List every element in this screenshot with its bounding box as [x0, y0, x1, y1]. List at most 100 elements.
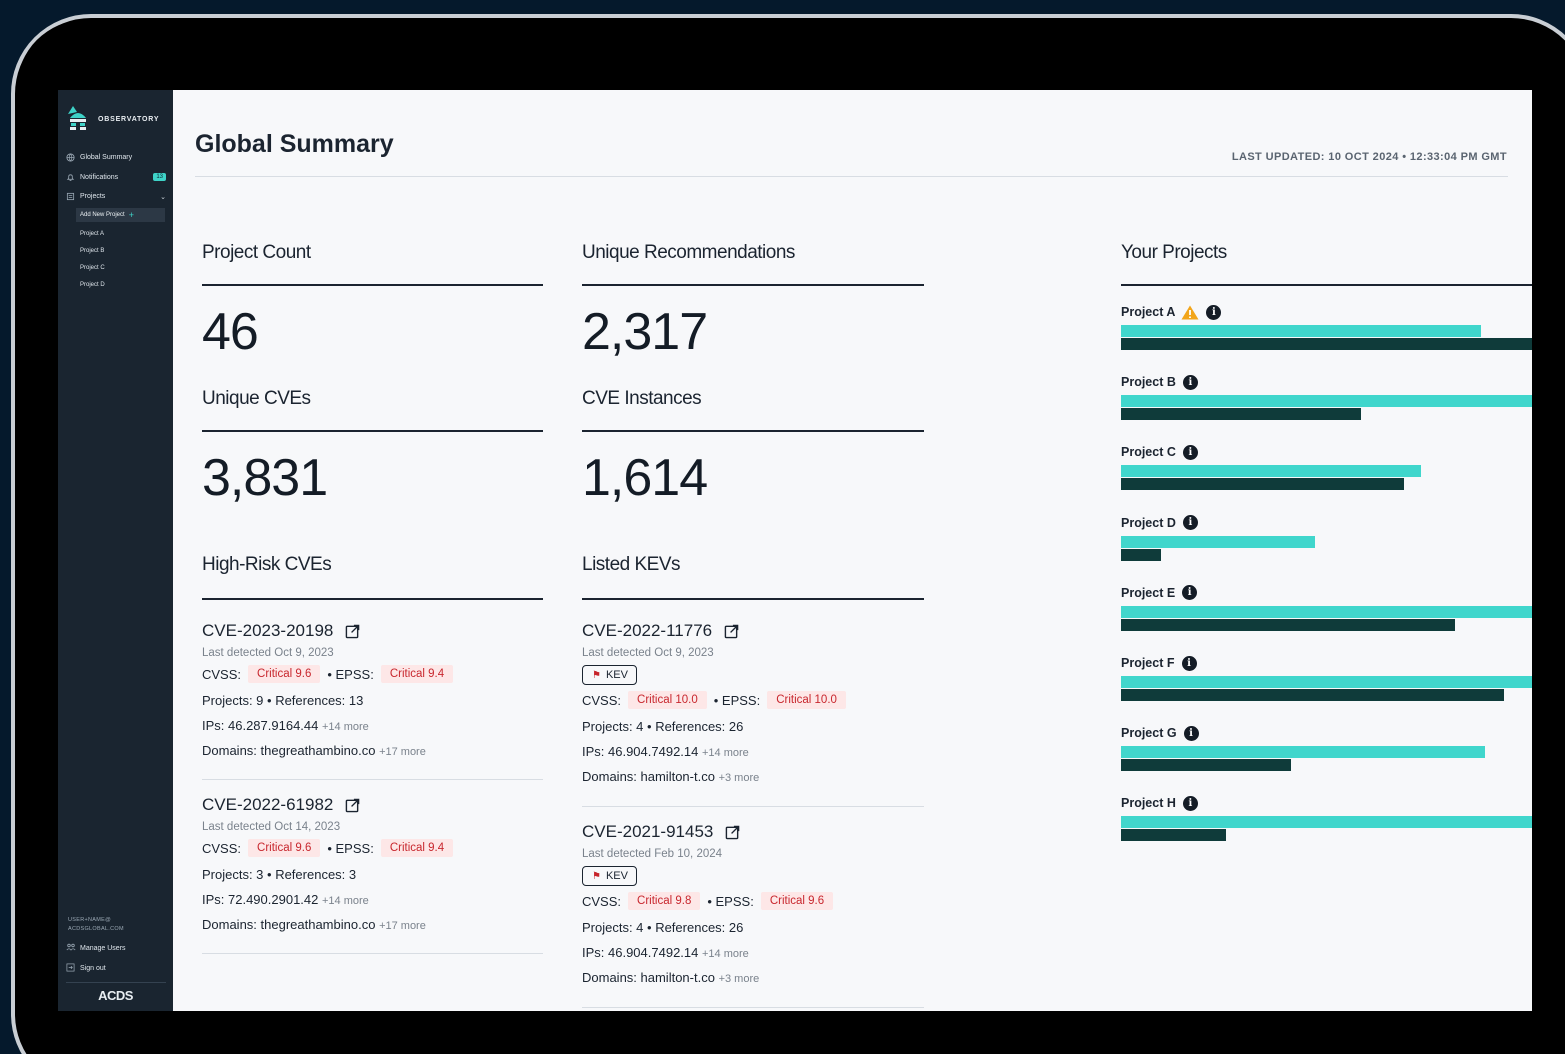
- cve-id[interactable]: CVE-2022-11776: [582, 621, 712, 641]
- project-bar-label: Project A i: [1121, 303, 1532, 321]
- external-link-icon[interactable]: [724, 624, 739, 639]
- users-icon: [66, 943, 76, 953]
- unique-cves-value: 3,831: [202, 449, 328, 507]
- external-link-icon[interactable]: [345, 798, 360, 813]
- project-bar-label: Project D i: [1121, 514, 1532, 532]
- listed-kevs-label: Listed KEVs: [582, 554, 681, 575]
- card-divider: [202, 779, 543, 780]
- nav-projects[interactable]: Projects ⌄: [66, 187, 166, 207]
- section-divider: [582, 598, 924, 600]
- sidebar-item-project-b[interactable]: Project B: [76, 242, 165, 259]
- project-bar-secondary: [1121, 829, 1226, 842]
- last-detected: Last detected Oct 9, 2023: [582, 647, 714, 659]
- sidebar-item-project-d[interactable]: Project D: [76, 276, 165, 293]
- ips-value: IPs: 46.904.7492.14: [582, 744, 699, 759]
- project-submenu: Add New Project + Project A Project B Pr…: [76, 208, 165, 293]
- epss-badge: Critical 9.6: [760, 892, 834, 910]
- ips-value: IPs: 72.490.2901.42: [202, 892, 319, 907]
- cve-id[interactable]: CVE-2022-61982: [202, 795, 333, 815]
- project-name: Project C: [1121, 445, 1176, 460]
- project-bar-label: Project C i: [1121, 443, 1532, 461]
- main-content: Global Summary LAST UPDATED: 10 OCT 2024…: [173, 90, 1532, 1011]
- info-icon[interactable]: i: [1182, 585, 1198, 601]
- project-bar-row[interactable]: Project B i: [1121, 373, 1532, 421]
- info-icon[interactable]: i: [1182, 374, 1198, 390]
- cve-id[interactable]: CVE-2023-20198: [202, 621, 333, 641]
- folder-icon: [66, 192, 75, 201]
- sign-out-icon: [66, 963, 76, 974]
- app-screen: OBSERVATORY Global Summary Notifications…: [58, 90, 1532, 1011]
- project-bar-row[interactable]: Project D i: [1121, 514, 1532, 561]
- project-bar-primary: [1121, 816, 1532, 829]
- bell-icon: [66, 173, 75, 182]
- project-bar-primary: [1121, 746, 1485, 759]
- ips-more-link[interactable]: +14 more: [322, 895, 369, 907]
- domains-more-link[interactable]: +3 more: [719, 772, 760, 784]
- card-divider: [202, 953, 543, 954]
- section-divider: [582, 430, 924, 432]
- project-bar-row[interactable]: Project C i: [1121, 443, 1532, 491]
- chevron-down-icon[interactable]: ⌄: [160, 193, 166, 201]
- project-name: Project D: [1121, 515, 1176, 530]
- project-bar-primary: [1121, 465, 1421, 478]
- observatory-logo-icon: [68, 106, 86, 130]
- external-link-icon[interactable]: [725, 825, 740, 840]
- domains-more-link[interactable]: +17 more: [379, 920, 426, 932]
- project-bar-label: Project F i: [1121, 654, 1532, 672]
- sidebar-divider: [66, 982, 166, 983]
- cve-id[interactable]: CVE-2021-91453: [582, 822, 713, 842]
- sidebar-item-project-c[interactable]: Project C: [76, 259, 165, 276]
- project-bar-row[interactable]: Project A i: [1121, 303, 1532, 350]
- domains-line: Domains: thegreathambino.co +17 more: [202, 917, 453, 932]
- ips-more-link[interactable]: +14 more: [702, 747, 749, 759]
- user-email-line: ACDSGLOBAL.COM: [68, 926, 124, 932]
- ips-more-link[interactable]: +14 more: [322, 721, 369, 733]
- brand[interactable]: OBSERVATORY: [66, 104, 159, 134]
- info-icon[interactable]: i: [1181, 655, 1197, 671]
- nav-label: Notifications: [80, 173, 119, 181]
- domains-more-link[interactable]: +3 more: [719, 973, 760, 985]
- add-new-project-button[interactable]: Add New Project +: [76, 208, 165, 222]
- sidebar-item-project-a[interactable]: Project A: [76, 225, 165, 242]
- plus-icon: +: [128, 210, 134, 220]
- sign-out-link[interactable]: Sign out: [66, 963, 106, 974]
- high-risk-cve-card: CVE-2023-20198 Last detected Oct 9, 2023…: [202, 621, 454, 758]
- warning-icon[interactable]: [1181, 305, 1199, 320]
- info-icon[interactable]: i: [1206, 304, 1222, 320]
- project-name: Project E: [1121, 585, 1176, 600]
- info-icon[interactable]: i: [1182, 515, 1198, 531]
- domains-more-link[interactable]: +17 more: [379, 746, 426, 758]
- epss-label: • EPSS:: [327, 840, 374, 856]
- project-bar-row[interactable]: Project E i: [1121, 584, 1532, 631]
- project-bar-row[interactable]: Project H i: [1121, 794, 1532, 842]
- kev-cve-card: CVE-2021-91453 Last detected Feb 10, 202…: [582, 822, 834, 985]
- ips-line: IPs: 46.904.7492.14 +14 more: [582, 744, 846, 759]
- nav-notifications[interactable]: Notifications 13: [66, 168, 166, 188]
- your-projects-label: Your Projects: [1121, 242, 1227, 263]
- header-divider: [195, 176, 1508, 177]
- project-bar-row[interactable]: Project F i: [1121, 654, 1532, 701]
- manage-users-link[interactable]: Manage Users: [66, 943, 126, 953]
- project-name: Project G: [1121, 726, 1177, 741]
- kev-badge: ⚑ KEV: [582, 866, 637, 886]
- domains-value: Domains: hamilton-t.co: [582, 970, 715, 985]
- project-bar-row[interactable]: Project G i: [1121, 724, 1532, 772]
- ips-more-link[interactable]: +14 more: [702, 948, 749, 960]
- domains-value: Domains: hamilton-t.co: [582, 769, 715, 784]
- add-project-label: Add New Project: [80, 212, 125, 218]
- external-link-icon[interactable]: [345, 624, 360, 639]
- projects-references: Projects: 4 • References: 26: [582, 719, 744, 734]
- last-detected: Last detected Feb 10, 2024: [582, 848, 723, 860]
- section-divider: [202, 284, 543, 286]
- projects-references: Projects: 3 • References: 3: [202, 867, 357, 882]
- project-bar-secondary: [1121, 759, 1291, 772]
- cvss-label: CVSS:: [202, 840, 242, 856]
- project-bar-secondary: [1121, 548, 1161, 561]
- info-icon[interactable]: i: [1183, 725, 1199, 741]
- project-bar-primary: [1121, 605, 1532, 618]
- info-icon[interactable]: i: [1182, 444, 1198, 460]
- nav-global-summary[interactable]: Global Summary: [66, 148, 166, 168]
- cvss-label: CVSS:: [582, 692, 622, 708]
- info-icon[interactable]: i: [1182, 795, 1198, 811]
- score-row: CVSS: Critical 9.6 • EPSS: Critical 9.4: [202, 665, 454, 683]
